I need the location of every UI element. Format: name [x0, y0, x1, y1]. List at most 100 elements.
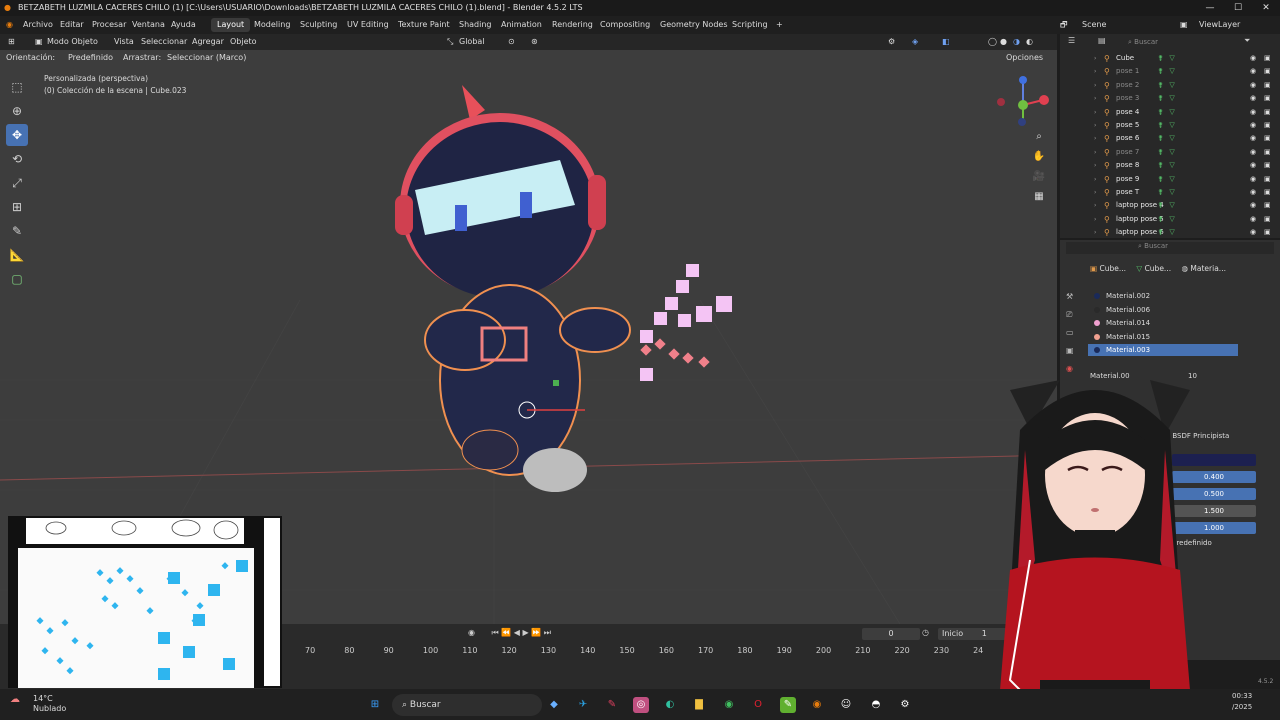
play-icon[interactable]: ▶ — [523, 628, 529, 637]
outliner-row[interactable]: › ⚲ Cube ⚵ ▽ ◉ ▣ — [1060, 52, 1280, 65]
edge-icon[interactable]: ◐ — [662, 697, 678, 713]
render-camera-icon[interactable]: ▣ — [1264, 79, 1271, 92]
transform-orientation-dropdown[interactable]: Global — [459, 34, 485, 50]
material-slot[interactable]: Material.003 — [1088, 344, 1238, 356]
current-frame-field[interactable]: 0 — [862, 628, 920, 640]
annotate-icon[interactable]: ✎ — [6, 220, 28, 242]
jump-start-icon[interactable]: ⏮ — [492, 628, 499, 637]
render-camera-icon[interactable]: ▣ — [1264, 146, 1271, 159]
outliner-row[interactable]: › ⚲ pose 2 ⚵ ▽ ◉ ▣ — [1060, 79, 1280, 92]
expand-arrow-icon[interactable]: › — [1094, 92, 1096, 105]
xray-toggle-icon[interactable]: ◧ — [942, 34, 950, 50]
render-camera-icon[interactable]: ▣ — [1264, 226, 1271, 239]
material-slot[interactable]: Material.006 — [1088, 304, 1238, 316]
cursor-icon[interactable]: ⊕ — [6, 100, 28, 122]
expand-arrow-icon[interactable]: › — [1094, 173, 1096, 186]
vtuber-app-icon[interactable]: ☺ — [838, 697, 854, 713]
visibility-eye-icon[interactable]: ◉ — [1250, 52, 1256, 65]
weather-widget[interactable]: 14°C Nublado — [33, 694, 66, 714]
visibility-eye-icon[interactable]: ◉ — [1250, 132, 1256, 145]
visibility-eye-icon[interactable]: ◉ — [1250, 79, 1256, 92]
zoom-icon[interactable]: ⌕ — [1030, 128, 1048, 146]
expand-arrow-icon[interactable]: › — [1094, 119, 1096, 132]
add-cube-icon[interactable]: ▢ — [6, 268, 28, 290]
visibility-eye-icon[interactable]: ◉ — [1250, 65, 1256, 78]
minimize-button[interactable]: — — [1196, 0, 1224, 16]
paint-icon[interactable]: ✎ — [604, 697, 620, 713]
clock[interactable]: 00:33 /2025 — [1232, 691, 1252, 713]
telegram-icon[interactable]: ✈ — [575, 697, 591, 713]
display-mode-icon[interactable]: ▤ — [1098, 36, 1106, 45]
menu-vista[interactable]: Vista — [114, 34, 134, 50]
render-camera-icon[interactable]: ▣ — [1264, 173, 1271, 186]
expand-arrow-icon[interactable]: › — [1094, 226, 1096, 239]
render-camera-icon[interactable]: ▣ — [1264, 132, 1271, 145]
outliner-row[interactable]: › ⚲ pose 5 ⚵ ▽ ◉ ▣ — [1060, 119, 1280, 132]
scene-selector[interactable]: Scene — [1082, 16, 1106, 34]
render-camera-icon[interactable]: ▣ — [1264, 199, 1271, 212]
expand-arrow-icon[interactable]: › — [1094, 65, 1096, 78]
menu-seleccionar[interactable]: Seleccionar — [141, 34, 187, 50]
render-camera-icon[interactable]: ▣ — [1264, 92, 1271, 105]
tab-compositing[interactable]: Compositing — [594, 18, 656, 32]
tab-sculpting[interactable]: Sculpting — [294, 18, 343, 32]
jump-end-icon[interactable]: ⏭ — [544, 628, 551, 637]
visibility-eye-icon[interactable]: ◉ — [1250, 159, 1256, 172]
menu-procesar[interactable]: Procesar — [92, 16, 126, 34]
record-icon[interactable]: ◉ — [468, 628, 478, 637]
shading-rendered-icon[interactable]: ◐ — [1026, 34, 1033, 50]
app-pink-icon[interactable]: ◎ — [633, 697, 649, 713]
properties-search[interactable]: ⌕ Buscar — [1138, 242, 1168, 251]
maximize-button[interactable]: ☐ — [1224, 0, 1252, 16]
drag-dropdown[interactable]: Seleccionar (Marco) — [167, 51, 246, 65]
outliner-row[interactable]: › ⚲ pose 8 ⚵ ▽ ◉ ▣ — [1060, 159, 1280, 172]
tab-animation[interactable]: Animation — [495, 18, 548, 32]
file-explorer-icon[interactable]: ▇ — [691, 697, 707, 713]
expand-arrow-icon[interactable]: › — [1094, 106, 1096, 119]
material-slot[interactable]: Material.002 — [1088, 290, 1238, 302]
outliner-search[interactable]: ⌕ Buscar — [1128, 36, 1238, 48]
mode-dropdown[interactable]: Modo Objeto — [47, 34, 98, 50]
menu-ventana[interactable]: Ventana — [132, 16, 165, 34]
expand-arrow-icon[interactable]: › — [1094, 159, 1096, 172]
outliner-row[interactable]: › ⚲ pose 4 ⚵ ▽ ◉ ▣ — [1060, 106, 1280, 119]
expand-arrow-icon[interactable]: › — [1094, 146, 1096, 159]
visibility-eye-icon[interactable]: ◉ — [1250, 106, 1256, 119]
shading-wireframe-icon[interactable]: ◯ — [988, 34, 997, 50]
options-dropdown[interactable]: Opciones — [1006, 51, 1043, 65]
expand-arrow-icon[interactable]: › — [1094, 186, 1096, 199]
steam-icon[interactable]: ⚙ — [897, 697, 913, 713]
material-slot[interactable]: Material.014 — [1088, 317, 1238, 329]
visibility-eye-icon[interactable]: ◉ — [1250, 213, 1256, 226]
visibility-eye-icon[interactable]: ◉ — [1250, 226, 1256, 239]
material-slot[interactable]: Material.015 — [1088, 331, 1238, 343]
shading-material-icon[interactable]: ◑ — [1013, 34, 1020, 50]
clip-studio-icon[interactable]: ✎ — [780, 697, 796, 713]
menu-ayuda[interactable]: Ayuda — [171, 16, 196, 34]
snap-icon[interactable]: ⊙ — [508, 34, 515, 50]
tab-modeling[interactable]: Modeling — [248, 18, 296, 32]
visibility-eye-icon[interactable]: ◉ — [1250, 92, 1256, 105]
move-icon[interactable]: ✥ — [6, 124, 28, 146]
expand-arrow-icon[interactable]: › — [1094, 213, 1096, 226]
taskbar-search[interactable]: ⌕ Buscar — [392, 694, 542, 716]
render-camera-icon[interactable]: ▣ — [1264, 65, 1271, 78]
copilot-icon[interactable]: ◆ — [546, 697, 562, 713]
proportional-icon[interactable]: ⊛ — [531, 34, 538, 50]
menu-objeto[interactable]: Objeto — [230, 34, 257, 50]
outliner-editor-icon[interactable]: ☰ — [1068, 36, 1075, 45]
measure-icon[interactable]: 📐 — [6, 244, 28, 266]
render-camera-icon[interactable]: ▣ — [1264, 186, 1271, 199]
orientation-dropdown[interactable]: Predefinido — [68, 51, 113, 65]
render-camera-icon[interactable]: ▣ — [1264, 213, 1271, 226]
chrome-icon[interactable]: ◉ — [721, 697, 737, 713]
tab-scripting[interactable]: Scripting — [726, 18, 774, 32]
tool-tab-icon[interactable]: ⚒ — [1066, 288, 1082, 306]
expand-arrow-icon[interactable]: › — [1094, 132, 1096, 145]
chilo-character[interactable] — [395, 85, 631, 492]
tab-texture-paint[interactable]: Texture Paint — [392, 18, 456, 32]
tab-rendering[interactable]: Rendering — [546, 18, 599, 32]
scale-icon[interactable]: ⤢ — [6, 172, 28, 194]
add-workspace-button[interactable]: + — [776, 16, 783, 34]
viewlayer-selector[interactable]: ViewLayer — [1199, 16, 1240, 34]
